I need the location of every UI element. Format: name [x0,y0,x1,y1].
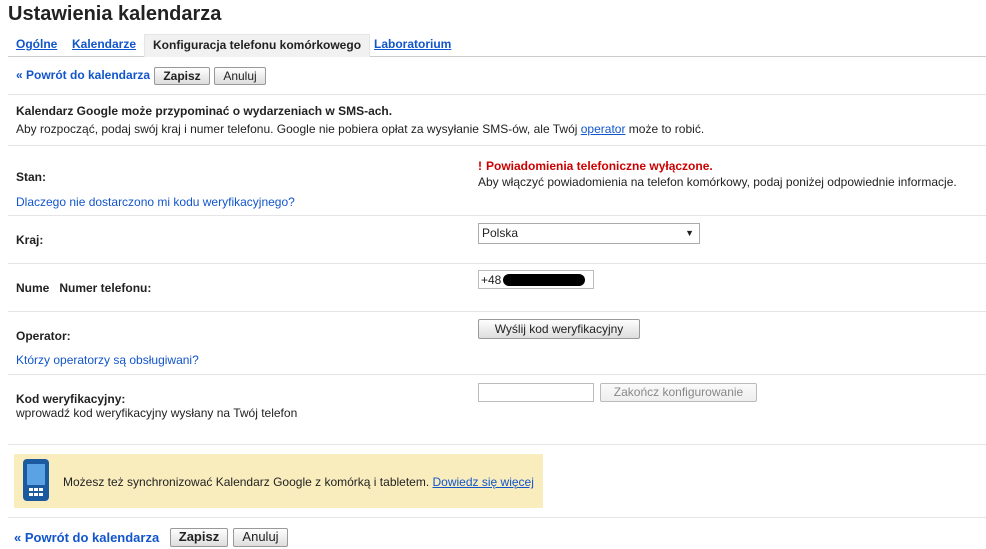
intro-text-after: może to robić. [625,122,705,136]
phone-number-value: +48 [481,273,502,287]
verification-code-hint: wprowadź kod weryfikacyjny wysłany na Tw… [16,406,298,420]
status-warning-title: Powiadomienia telefoniczne wyłączone. [486,159,713,173]
tab-labs[interactable]: Laboratorium [374,34,451,56]
back-to-calendar-link[interactable]: « Powrót do kalendarza [16,68,150,82]
learn-more-link[interactable]: Dowiedz się więcej [433,475,534,489]
divider [8,215,986,216]
country-select[interactable]: Polska ▼ [478,223,700,244]
phone-number-input[interactable]: +48 [478,270,594,289]
phone-label: Nume Numer telefonu: [16,281,152,295]
verification-help-link[interactable]: Dlaczego nie dostarczono mi kodu weryfik… [16,195,295,209]
divider [8,94,986,95]
footer-save-button[interactable]: Zapisz [170,528,228,547]
operator-link[interactable]: operator [581,122,626,136]
finish-setup-button[interactable]: Zakończ konfigurowanie [600,383,757,402]
divider [8,145,986,146]
country-selected-value: Polska [482,226,519,240]
country-label: Kraj: [16,233,44,247]
divider [8,311,986,312]
save-button[interactable]: Zapisz [154,67,210,85]
status-warning: ! Powiadomienia telefoniczne wyłączone. [478,159,713,173]
sync-promo-banner: Możesz też synchronizować Kalendarz Goog… [14,454,543,508]
carrier-label: Operator: [16,329,71,343]
divider [8,444,986,445]
verification-code-input[interactable] [478,383,594,402]
sync-promo-text: Możesz też synchronizować Kalendarz Goog… [63,475,534,489]
intro-heading: Kalendarz Google może przypominać o wyda… [16,104,393,118]
verification-code-label: Kod weryfikacyjny: [16,392,126,406]
exclamation-icon: ! [478,159,482,173]
redacted-number [503,274,585,286]
chevron-down-icon: ▼ [685,228,694,238]
tab-bar: Ogólne Kalendarze Konfiguracja telefonu … [8,34,986,57]
send-verification-code-button[interactable]: Wyślij kod weryfikacyjny [478,319,640,339]
intro-text-before: Aby rozpocząć, podaj swój kraj i numer t… [16,122,581,136]
sync-promo-message: Możesz też synchronizować Kalendarz Goog… [63,475,433,489]
divider [8,517,986,518]
tab-calendars[interactable]: Kalendarze [72,34,136,56]
status-warning-text: Aby włączyć powiadomienia na telefon kom… [478,175,957,189]
divider [8,263,986,264]
divider [8,374,986,375]
footer-cancel-button[interactable]: Anuluj [233,528,288,547]
mobile-phone-icon [23,459,49,501]
tab-mobile-setup[interactable]: Konfiguracja telefonu komórkowego [144,34,371,57]
footer-back-to-calendar-link[interactable]: « Powrót do kalendarza [14,530,159,545]
tab-general[interactable]: Ogólne [16,34,57,56]
supported-carriers-link[interactable]: Którzy operatorzy są obsługiwani? [16,353,199,367]
page-title: Ustawienia kalendarza [8,3,222,25]
status-label: Stan: [16,170,46,184]
cancel-button[interactable]: Anuluj [214,67,266,85]
intro-text: Aby rozpocząć, podaj swój kraj i numer t… [16,122,704,136]
